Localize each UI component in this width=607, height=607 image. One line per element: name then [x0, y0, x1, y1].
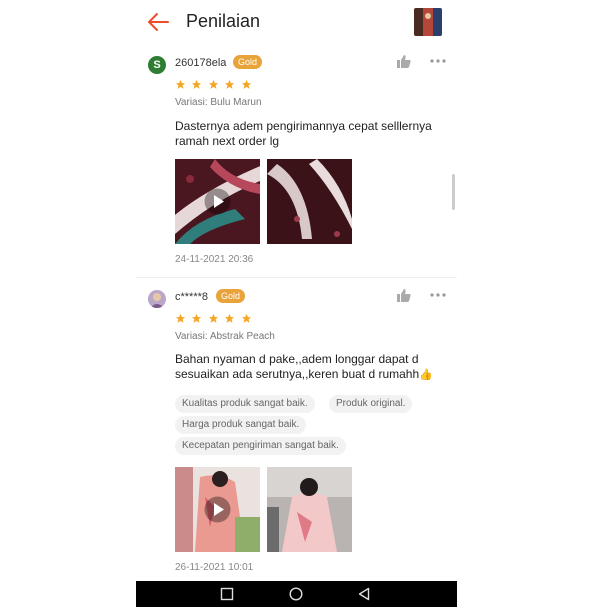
thumbs-up-icon[interactable]	[397, 289, 411, 302]
review-photo[interactable]	[267, 159, 352, 244]
star-icon	[241, 313, 251, 323]
circle-nav-icon[interactable]	[289, 587, 303, 601]
thumbs-up-emoji-icon: 👍	[419, 369, 433, 381]
star-icon	[225, 79, 235, 89]
thumbs-up-icon[interactable]	[397, 55, 411, 68]
review-video[interactable]	[175, 467, 260, 552]
review-date: 26-11-2021 10:01	[175, 562, 254, 573]
page-title: Penilaian	[186, 11, 261, 31]
product-thumbnail[interactable]	[414, 8, 442, 36]
more-icon[interactable]	[430, 292, 446, 298]
tag-chip: Harga produk sangat baik.	[175, 416, 307, 434]
review-text: Bahan nyaman d pake,,adem longgar dapat …	[175, 352, 445, 383]
rating-stars	[175, 77, 253, 89]
phone-screen: Penilaian S 260178ela Gold Variasi: Bulu…	[136, 0, 457, 607]
star-icon	[225, 313, 235, 323]
play-icon[interactable]	[204, 188, 231, 215]
star-icon	[175, 313, 186, 323]
review-text-body: Bahan nyaman d pake,,adem longgar dapat …	[175, 352, 420, 381]
star-icon	[192, 313, 202, 323]
star-icon	[175, 79, 186, 89]
username: 260178ela	[175, 57, 227, 69]
star-icon	[192, 79, 202, 89]
system-nav-bar	[136, 581, 457, 607]
triangle-back-nav-icon[interactable]	[357, 587, 371, 601]
avatar: S	[148, 56, 166, 74]
gold-badge: Gold	[233, 55, 263, 69]
review-date: 24-11-2021 20:36	[175, 254, 254, 265]
star-icon	[208, 79, 218, 89]
variant-label: Variasi: Abstrak Peach	[175, 331, 275, 342]
tag-chip: Produk original.	[329, 395, 413, 413]
star-icon	[208, 313, 218, 323]
header: Penilaian	[136, 0, 457, 46]
arrow-left-icon[interactable]	[146, 11, 170, 33]
review-video[interactable]	[175, 159, 260, 244]
tag-chip: Kecepatan pengiriman sangat baik.	[175, 437, 346, 455]
play-icon[interactable]	[204, 496, 231, 523]
rating-stars	[175, 311, 253, 323]
review-text: Dasternya adem pengirimannya cepat selll…	[175, 119, 432, 148]
tag-chip: Kualitas produk sangat baik.	[175, 395, 315, 413]
divider	[136, 277, 457, 278]
username: c*****8	[175, 291, 209, 303]
variant-label: Variasi: Bulu Marun	[175, 97, 262, 108]
square-nav-icon[interactable]	[220, 587, 234, 601]
star-icon	[241, 79, 251, 89]
scrollbar[interactable]	[452, 174, 455, 210]
avatar	[148, 290, 166, 308]
more-icon[interactable]	[430, 58, 446, 64]
review-photo[interactable]	[267, 467, 352, 552]
gold-badge: Gold	[216, 289, 246, 303]
